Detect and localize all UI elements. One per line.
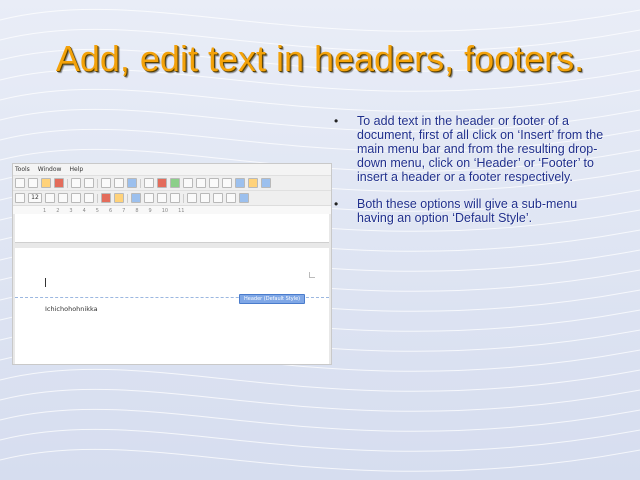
word-processor-screenshot: Tools Window Help 12 1 2 3 4 5 6 7 8 9 1… <box>12 163 332 365</box>
undo-icon <box>71 178 81 188</box>
bullet-list: • To add text in the header or footer of… <box>330 114 615 238</box>
document-area: Header (Default Style) Ichichohohnikka <box>13 214 331 364</box>
highlight-icon <box>114 193 124 203</box>
slide-title: Add, edit text in headers, footers. <box>55 38 585 79</box>
shapes-icon <box>261 178 271 188</box>
bullet-item: • Both these options will give a sub-men… <box>330 197 615 225</box>
special-character-icon <box>222 178 232 188</box>
bullet-item: • To add text in the header or footer of… <box>330 114 615 184</box>
numbering-icon <box>200 193 210 203</box>
formatting-marks-icon <box>127 178 137 188</box>
align-center-icon <box>144 193 154 203</box>
menu-item-window: Window <box>37 166 62 173</box>
style-icon <box>15 193 25 203</box>
standard-toolbar <box>13 175 331 190</box>
margin-corner-mark <box>309 272 315 278</box>
menu-bar: Tools Window Help <box>13 164 331 175</box>
bold-icon <box>45 193 55 203</box>
header-default-style-tag[interactable]: Header (Default Style) <box>239 294 306 304</box>
strikethrough-icon <box>84 193 94 203</box>
new-icon <box>15 178 25 188</box>
justify-icon <box>170 193 180 203</box>
menu-item-help: Help <box>69 166 84 173</box>
format-paintbrush-icon <box>54 178 64 188</box>
italic-icon <box>58 193 68 203</box>
font-color-icon <box>101 193 111 203</box>
comment-icon <box>248 178 258 188</box>
redo-icon <box>84 178 94 188</box>
find-icon <box>114 178 124 188</box>
bullet-text: To add text in the header or footer of a… <box>357 114 604 184</box>
field-icon <box>209 178 219 188</box>
bullet-marker: • <box>334 197 339 211</box>
bullet-marker: • <box>334 114 339 128</box>
image-icon <box>157 178 167 188</box>
document-text: Ichichohohnikka <box>45 305 98 313</box>
page-break-icon <box>196 178 206 188</box>
chart-icon <box>170 178 180 188</box>
menu-item-tools: Tools <box>15 166 30 173</box>
textbox-icon <box>183 178 193 188</box>
open-icon <box>28 178 38 188</box>
page-top <box>15 214 329 243</box>
indent-icon <box>213 193 223 203</box>
text-cursor <box>45 278 46 287</box>
hyperlink-icon <box>235 178 245 188</box>
table-icon <box>144 178 154 188</box>
bullets-icon <box>187 193 197 203</box>
font-size-box: 12 <box>28 193 42 203</box>
formatting-toolbar: 12 <box>13 190 331 205</box>
outdent-icon <box>226 193 236 203</box>
underline-icon <box>71 193 81 203</box>
spellcheck-icon <box>101 178 111 188</box>
paste-icon <box>41 178 51 188</box>
bullet-text: Both these options will give a sub-menu … <box>357 197 578 225</box>
paragraph-icon <box>239 193 249 203</box>
align-left-icon <box>131 193 141 203</box>
document-page: Header (Default Style) Ichichohohnikka <box>15 248 329 364</box>
align-right-icon <box>157 193 167 203</box>
